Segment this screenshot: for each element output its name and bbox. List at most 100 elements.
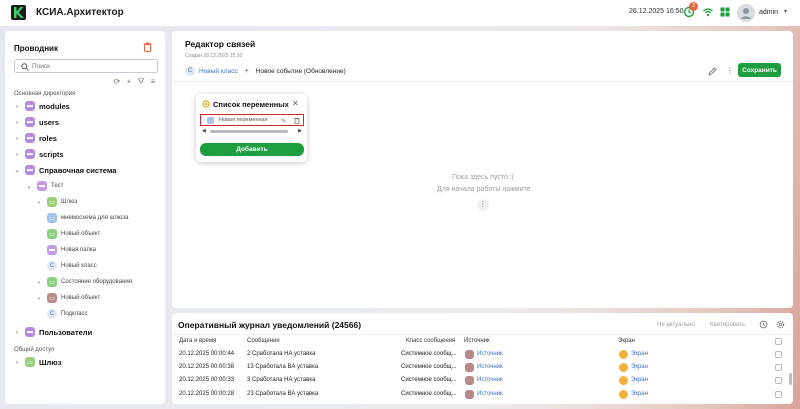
row-datetime: 20.12.2025 00:00:33 xyxy=(179,377,235,383)
tree-item-new-object[interactable]: ▭ Новый объект xyxy=(35,227,100,241)
chevron-right-icon[interactable]: › xyxy=(13,135,21,142)
scroll-left-icon[interactable]: ◀ xyxy=(202,128,206,134)
folder-icon: ▬ xyxy=(25,327,35,337)
sidebar-toolbar: ⟳ + ⛛ ≡ xyxy=(113,78,159,87)
row-class: Системное сообщ... xyxy=(401,377,457,383)
close-icon[interactable]: ✕ xyxy=(292,99,299,108)
tree-item-test[interactable]: ⌄ ▬ Тест xyxy=(25,179,63,193)
pencil-icon[interactable] xyxy=(708,67,717,76)
row-checkbox[interactable] xyxy=(775,364,782,371)
tree-item-scripts[interactable]: › ▬ scripts xyxy=(13,147,64,161)
source-link[interactable]: Источник xyxy=(477,364,503,370)
section-main-directory: Основная директория xyxy=(14,91,76,97)
screen-link[interactable]: Экран xyxy=(631,377,648,383)
chevron-right-icon[interactable]: › xyxy=(35,279,43,286)
save-button[interactable]: Сохранить xyxy=(738,63,781,77)
refresh-icon[interactable]: ⟳ xyxy=(113,78,121,86)
tree-item-gateway[interactable]: › ▭ Шлюз xyxy=(35,195,77,209)
chevron-right-icon[interactable]: › xyxy=(13,329,21,336)
wifi-icon[interactable] xyxy=(702,6,714,18)
chevron-right-icon[interactable]: › xyxy=(13,119,21,126)
column-header-screen[interactable]: Экран xyxy=(618,338,635,344)
variable-item[interactable]: Новая переменная ✎ xyxy=(200,114,304,126)
chevron-right-icon[interactable]: › xyxy=(13,359,21,366)
trash-icon[interactable] xyxy=(143,42,152,52)
empty-state-hint: Для начала работы нажмите xyxy=(437,186,531,193)
add-icon[interactable]: + xyxy=(125,78,133,86)
tree-item-roles[interactable]: › ▬ roles xyxy=(13,131,57,145)
folder-icon: ▬ xyxy=(37,181,47,191)
tree-item-users[interactable]: › ▬ users xyxy=(13,115,59,129)
chevron-down-icon[interactable]: ⌄ xyxy=(25,182,33,190)
add-button[interactable]: Добавить xyxy=(200,143,304,156)
variable-label: Новая переменная xyxy=(219,117,268,123)
column-header-source[interactable]: Источник xyxy=(464,338,490,344)
not-relevant-button[interactable]: Не актуально xyxy=(657,322,695,328)
source-icon xyxy=(465,363,474,372)
history-icon[interactable] xyxy=(759,320,768,329)
screen-link[interactable]: Экран xyxy=(631,364,648,370)
screen-link[interactable]: Экран xyxy=(631,351,648,357)
chevron-right-icon[interactable]: › xyxy=(35,199,43,206)
tree-item-equipment-state[interactable]: › ▭ Состояние оборудования xyxy=(35,275,132,289)
more-icon[interactable]: ⋮ xyxy=(726,66,734,75)
source-link[interactable]: Источник xyxy=(477,391,503,397)
class-icon: C xyxy=(47,309,57,319)
source-link[interactable]: Источник xyxy=(477,351,503,357)
chevron-down-icon[interactable]: ▾ xyxy=(784,8,787,15)
row-message: 3 Сработала НА уставка xyxy=(247,377,316,383)
row-checkbox[interactable] xyxy=(775,351,782,358)
tree-item-new-class[interactable]: C Новый класс xyxy=(35,259,97,273)
notification-badge[interactable]: 3 xyxy=(689,2,698,11)
horizontal-scrollbar[interactable]: ◀ ▶ xyxy=(202,128,302,134)
source-link[interactable]: Источник xyxy=(477,377,503,383)
empty-state-title: Пока здесь пусто :( xyxy=(452,174,515,181)
vertical-scrollbar[interactable] xyxy=(789,373,792,385)
sidebar-search[interactable] xyxy=(14,59,158,73)
gateway-icon: ▭ xyxy=(47,197,57,207)
column-header-class[interactable]: Класс сообщения xyxy=(406,338,455,344)
popup-title: Список переменных xyxy=(213,100,289,109)
top-bar: КСИА.Архитектор 26.12.2025 16:50 3 admin… xyxy=(0,0,800,26)
breadcrumb-class-link[interactable]: Новый класс xyxy=(199,68,238,75)
search-icon xyxy=(21,63,29,71)
trash-icon[interactable] xyxy=(294,117,300,124)
column-header-datetime[interactable]: Дата и время xyxy=(179,338,216,344)
tree-item-new-folder[interactable]: ▬ Новая папка xyxy=(35,243,96,257)
search-input[interactable] xyxy=(32,62,152,71)
scroll-right-icon[interactable]: ▶ xyxy=(298,128,302,134)
more-icon[interactable]: ⋮ xyxy=(477,199,489,211)
tree-item-shared-gateway[interactable]: › ▭ Шлюз xyxy=(13,355,61,369)
scrollbar-thumb[interactable] xyxy=(210,130,288,133)
filter-icon[interactable]: ⛛ xyxy=(137,78,145,86)
editor-divider xyxy=(172,81,793,82)
tree-item-new-object-2[interactable]: › ▭ Новый объект xyxy=(35,291,100,305)
chevron-right-icon[interactable]: › xyxy=(13,103,21,110)
select-all-checkbox[interactable] xyxy=(775,338,782,345)
breadcrumb: C Новый класс + Новое событие (Обновлени… xyxy=(185,66,346,76)
grid-icon[interactable] xyxy=(719,6,731,18)
tree-item-subclass[interactable]: C Подкласс xyxy=(35,307,88,321)
row-checkbox[interactable] xyxy=(775,391,782,398)
screen-link[interactable]: Экран xyxy=(631,391,648,397)
chevron-down-icon[interactable]: ⌄ xyxy=(13,166,21,174)
user-avatar-icon[interactable] xyxy=(737,4,755,22)
tree-item-mnemonic[interactable]: ▭ мнемосхема для шлюза xyxy=(35,211,128,225)
plus-icon[interactable]: + xyxy=(245,68,249,75)
tree-item-reference-system[interactable]: ⌄ ▬ Справочная система xyxy=(13,163,116,177)
list-icon[interactable]: ≡ xyxy=(149,78,157,86)
tree-item-users-ru[interactable]: › ▬ Пользователи xyxy=(13,325,92,339)
column-header-message[interactable]: Сообщение xyxy=(247,338,280,344)
gear-icon[interactable] xyxy=(776,320,785,329)
folder-icon: ▬ xyxy=(25,101,35,111)
chevron-right-icon[interactable]: › xyxy=(35,295,43,302)
pencil-icon[interactable]: ✎ xyxy=(281,117,286,125)
user-name[interactable]: admin xyxy=(759,9,778,16)
row-checkbox[interactable] xyxy=(775,377,782,384)
breadcrumb-event[interactable]: Новое событие (Обновление) xyxy=(256,68,346,75)
variables-popup: Список переменных ✕ Новая переменная ✎ ◀… xyxy=(196,94,307,162)
object-icon: ▭ xyxy=(47,293,57,303)
tree-item-modules[interactable]: › ▬ modules xyxy=(13,99,70,113)
acknowledge-button[interactable]: Квитировать xyxy=(710,322,745,328)
chevron-right-icon[interactable]: › xyxy=(13,151,21,158)
